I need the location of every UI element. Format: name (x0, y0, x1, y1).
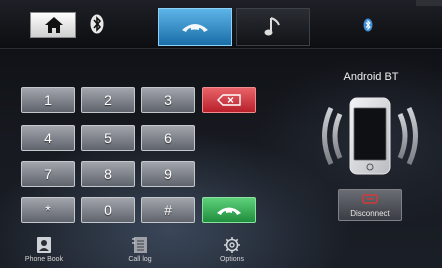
call-button[interactable] (202, 197, 256, 223)
key-hash[interactable]: # (141, 197, 195, 223)
head-unit-screen: 1 2 3 4 5 6 7 8 9 * 0 # Android BT Disco… (0, 0, 442, 268)
top-bar (0, 0, 442, 49)
key-6[interactable]: 6 (141, 125, 195, 151)
home-button[interactable] (30, 12, 76, 38)
home-icon (45, 17, 63, 33)
options-button[interactable]: Options (202, 236, 262, 263)
key-3[interactable]: 3 (141, 87, 195, 113)
bluetooth-icon (90, 14, 104, 34)
key-2[interactable]: 2 (81, 87, 135, 113)
call-icon (217, 207, 241, 215)
connected-phone-icon (322, 97, 418, 175)
key-7[interactable]: 7 (21, 161, 75, 187)
phonebook-label: Phone Book (24, 256, 64, 263)
bluetooth-status-icon (363, 18, 373, 32)
tab-music[interactable] (236, 8, 310, 46)
gear-icon (224, 237, 240, 253)
key-9[interactable]: 9 (141, 161, 195, 187)
tab-phone[interactable] (158, 8, 232, 46)
calllog-label: Call log (128, 256, 152, 263)
calllog-button[interactable]: Call log (110, 236, 170, 263)
disconnect-label: Disconnect (350, 209, 390, 218)
disconnect-button[interactable]: Disconnect (338, 189, 402, 221)
corner-tab (416, 0, 442, 6)
phonebook-button[interactable]: Phone Book (14, 236, 74, 263)
device-name: Android BT (343, 71, 399, 83)
key-1[interactable]: 1 (21, 87, 75, 113)
key-4[interactable]: 4 (21, 125, 75, 151)
phonebook-icon (37, 237, 51, 253)
call-log-icon (132, 237, 147, 253)
key-5[interactable]: 5 (81, 125, 135, 151)
key-star[interactable]: * (21, 197, 75, 223)
backspace-button[interactable] (202, 87, 256, 113)
options-label: Options (219, 256, 245, 263)
phone-handset-icon (182, 24, 208, 32)
key-8[interactable]: 8 (81, 161, 135, 187)
music-note-icon (264, 17, 280, 36)
key-0[interactable]: 0 (81, 197, 135, 223)
backspace-icon (217, 94, 241, 106)
disconnect-icon (362, 194, 378, 204)
